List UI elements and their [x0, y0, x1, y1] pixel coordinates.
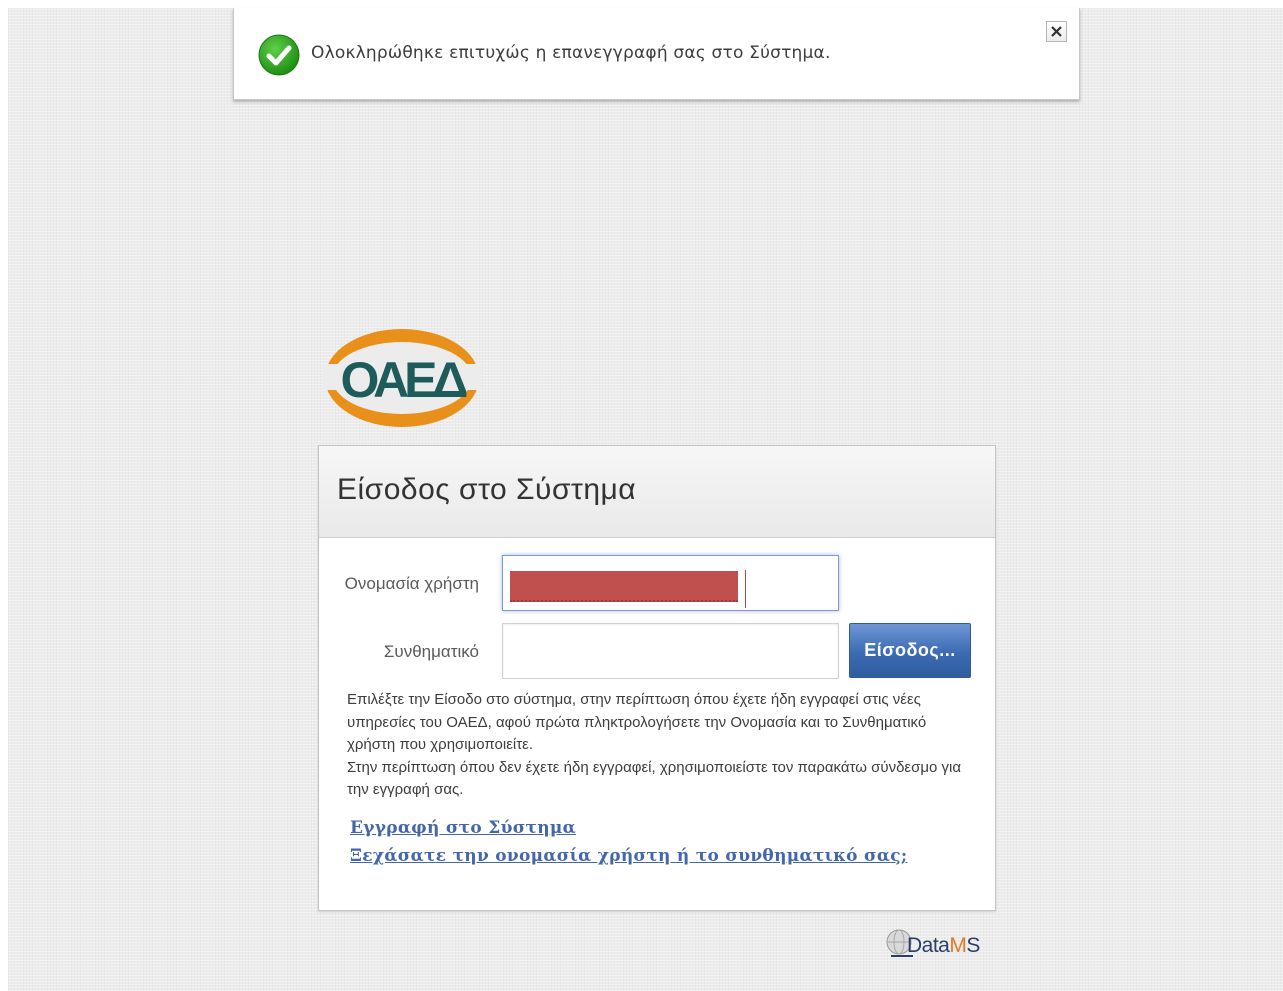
- text-caret: [745, 570, 746, 608]
- oaed-logo: ΟΑΕΔ: [322, 326, 482, 430]
- datams-s-text: S: [966, 934, 980, 957]
- panel-header: Είσοδος στο Σύστημα: [319, 446, 995, 538]
- datams-data-text: Data: [907, 934, 950, 957]
- success-notification: Ολοκληρώθηκε επιτυχώς η επανεγγραφή σας …: [233, 8, 1080, 100]
- close-notification-button[interactable]: [1046, 21, 1067, 42]
- redacted-username-value: [510, 571, 738, 602]
- datams-logo: DataMS: [883, 924, 999, 966]
- svg-text:ΟΑΕΔ: ΟΑΕΔ: [341, 352, 467, 408]
- login-panel: Είσοδος στο Σύστημα Ονομασία χρήστη Συνθ…: [318, 445, 996, 911]
- datams-wordmark: DataMS: [907, 934, 980, 958]
- username-label: Ονομασία χρήστη: [344, 574, 479, 593]
- password-input[interactable]: [502, 623, 839, 679]
- help-text: Επιλέξτε την Είσοδο στο σύστημα, στην πε…: [347, 689, 967, 802]
- close-icon: [1051, 26, 1062, 37]
- page-title: Είσοδος στο Σύστημα: [337, 473, 637, 506]
- register-link[interactable]: Εγγραφή στο Σύστημα: [350, 818, 576, 838]
- password-label: Συνθηματικό: [383, 642, 479, 661]
- check-circle-icon: [258, 34, 300, 76]
- help-paragraph-2: Στην περίπτωση όπου δεν έχετε ήδη εγγραφ…: [347, 758, 962, 799]
- login-button[interactable]: Είσοδος...: [849, 623, 971, 678]
- notification-message: Ολοκληρώθηκε επιτυχώς η επανεγγραφή σας …: [311, 43, 831, 63]
- help-paragraph-1: Επιλέξτε την Είσοδο στο σύστημα, στην πε…: [347, 691, 927, 753]
- forgot-credentials-link[interactable]: Ξεχάσατε την ονομασία χρήστη ή το συνθημ…: [350, 846, 907, 866]
- datams-m-text: M: [949, 934, 967, 957]
